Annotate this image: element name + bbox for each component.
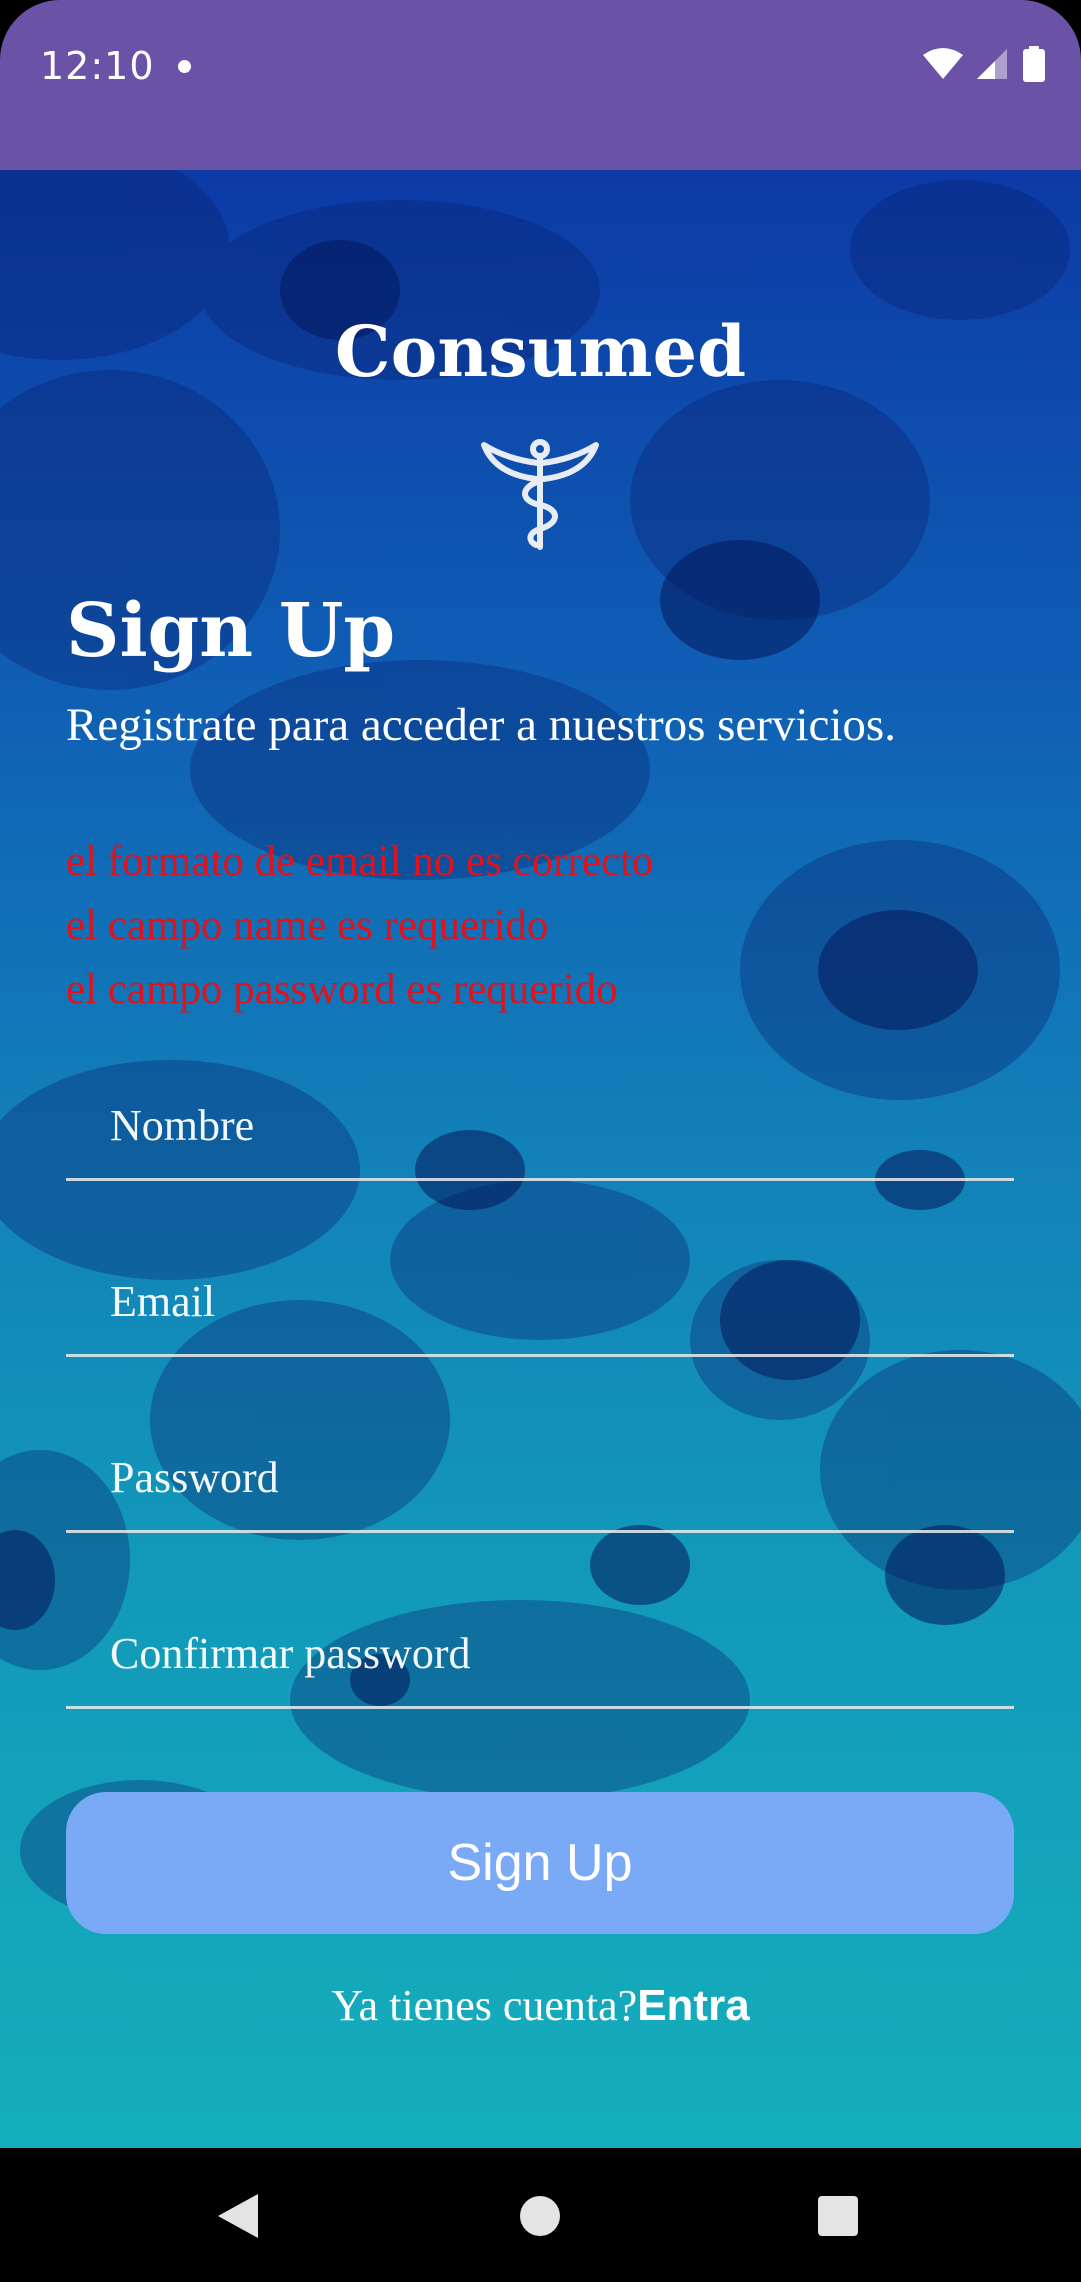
password-input[interactable] [110,1442,990,1512]
home-icon[interactable] [520,2196,560,2236]
recents-icon[interactable] [818,2196,858,2236]
email-field [66,1244,1014,1357]
wifi-icon [923,48,963,79]
signup-screen: Consumed Sign Up Registrate para acceder… [0,170,1081,2148]
password-field [66,1420,1014,1533]
battery-icon [1023,46,1045,82]
caduceus-icon [481,439,599,550]
name-field [66,1068,1014,1181]
error-email-format: el formato de email no es correcto [66,838,654,885]
navigation-bar [0,2148,1081,2282]
signal-icon [977,49,1007,79]
status-bar: 12:10 [0,0,1081,170]
signin-row: Ya tienes cuenta?Entra [0,1980,1081,2031]
page-subheading: Registrate para acceder a nuestros servi… [66,699,896,751]
confirm-password-field [66,1596,1014,1709]
status-icons [923,46,1045,82]
signin-link[interactable]: Entra [637,1981,749,2030]
confirm-password-input[interactable] [110,1618,990,1688]
notification-dot-icon [178,60,191,73]
status-time: 12:10 [40,44,155,88]
name-input[interactable] [110,1090,990,1160]
sign-up-button[interactable]: Sign Up [66,1792,1014,1934]
back-icon[interactable] [218,2194,258,2238]
error-password-required: el campo password es requerido [66,966,618,1013]
error-messages: el formato de email no es correcto el ca… [66,830,653,1022]
email-input[interactable] [110,1266,990,1336]
signin-prompt: Ya tienes cuenta? [331,1981,638,2030]
app-screen: 12:10 Consumed Sign Up Registrate para a… [0,0,1081,2282]
page-heading: Sign Up [66,588,396,674]
app-title: Consumed [334,310,747,393]
error-name-required: el campo name es requerido [66,902,549,949]
